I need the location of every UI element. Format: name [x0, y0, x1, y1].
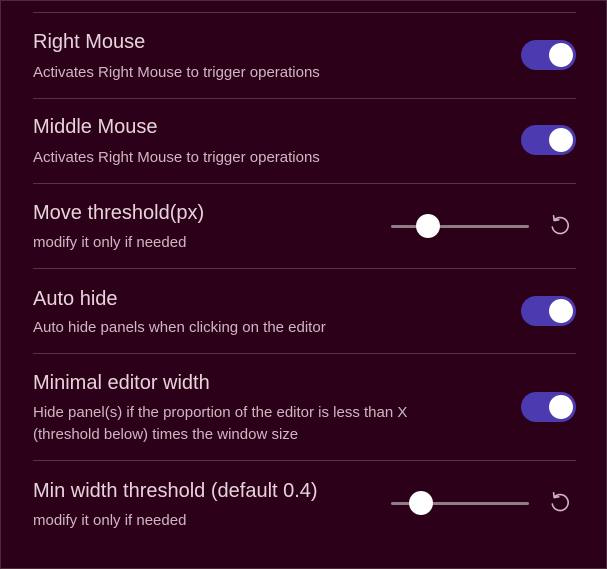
auto-hide-toggle[interactable]: [521, 296, 576, 326]
setting-name: Min width threshold (default 0.4): [33, 480, 318, 502]
middle-mouse-toggle[interactable]: [521, 125, 576, 155]
toggle-knob: [549, 128, 573, 152]
right-mouse-toggle[interactable]: [521, 40, 576, 70]
toggle-knob: [549, 299, 573, 323]
min-width-threshold-slider[interactable]: [391, 490, 529, 516]
slider-track: [391, 225, 529, 228]
setting-description: Activates Right Mouse to trigger operati…: [33, 149, 320, 166]
toggle-knob: [549, 395, 573, 419]
setting-min-width-threshold: Min width threshold (default 0.4) modify…: [33, 461, 576, 551]
slider-thumb[interactable]: [409, 491, 434, 515]
move-threshold-slider[interactable]: [391, 213, 529, 239]
setting-move-threshold: Move threshold(px) modify it only if nee…: [33, 184, 576, 269]
setting-description: Activates Right Mouse to trigger operati…: [33, 64, 320, 81]
setting-description: Auto hide panels when clicking on the ed…: [33, 319, 326, 336]
setting-auto-hide: Auto hide Auto hide panels when clicking…: [33, 269, 576, 354]
setting-description: Hide panel(s) if the proportion of the e…: [33, 404, 408, 443]
setting-name: Right Mouse: [33, 31, 146, 53]
minimal-editor-width-toggle[interactable]: [521, 392, 576, 422]
setting-name: Minimal editor width: [33, 372, 210, 394]
setting-name: Move threshold(px): [33, 202, 205, 224]
reset-icon[interactable]: [546, 211, 574, 239]
reset-icon[interactable]: [546, 488, 574, 516]
setting-name: Auto hide: [33, 288, 118, 310]
setting-middle-mouse: Middle Mouse Activates Right Mouse to tr…: [33, 99, 576, 184]
setting-minimal-editor-width: Minimal editor width Hide panel(s) if th…: [33, 354, 576, 461]
setting-right-mouse: Right Mouse Activates Right Mouse to tri…: [33, 13, 576, 99]
setting-name: Middle Mouse: [33, 116, 158, 138]
toggle-knob: [549, 43, 573, 67]
slider-thumb[interactable]: [416, 214, 441, 238]
